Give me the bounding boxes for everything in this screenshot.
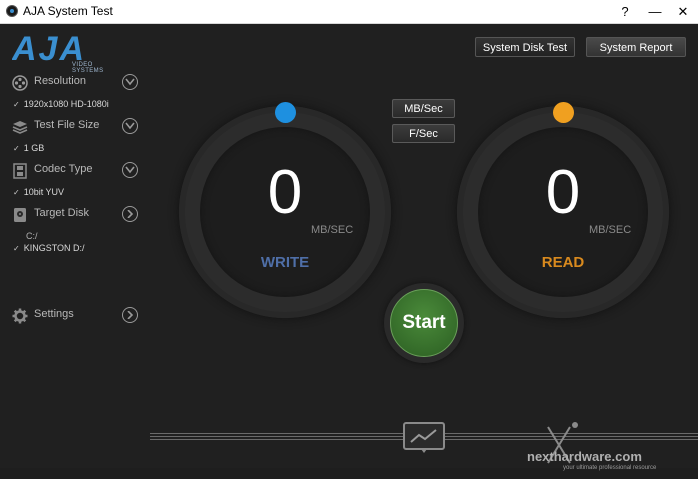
sidebar-item-resolution[interactable]: Resolution [12, 73, 142, 93]
write-knob[interactable] [275, 102, 296, 123]
watermark-tagline: your ultimate professional resource [563, 465, 657, 471]
film-reel-icon [12, 75, 28, 91]
write-speed-unit: MB/SEC [311, 224, 354, 236]
graph-icon[interactable] [403, 422, 445, 454]
gear-icon [12, 308, 28, 324]
read-label: READ [541, 254, 585, 271]
close-button[interactable]: ✕ [668, 0, 698, 23]
target-disk-path: C:/ [26, 231, 38, 241]
main-panel: AJA VIDEO SYSTEMS System Disk Test Syste… [0, 24, 698, 471]
read-speed-value: 0 [545, 158, 581, 227]
read-speed-unit: MB/SEC [589, 224, 632, 236]
sidebar-label-target-disk: Target Disk [34, 207, 90, 219]
title-bar: AJA System Test ? — ✕ [0, 0, 698, 24]
sidebar-label-test-file-size: Test File Size [34, 119, 100, 131]
sidebar-item-settings[interactable]: Settings [12, 306, 142, 326]
read-dial: 0 MB/SEC READ [457, 102, 669, 318]
frames-per-sec-button[interactable]: F/Sec [392, 124, 455, 143]
sidebar-label-settings: Settings [34, 308, 74, 320]
chevron-down-icon[interactable] [122, 118, 138, 134]
help-button[interactable]: ? [610, 0, 640, 23]
chevron-right-icon[interactable] [122, 307, 138, 323]
write-dial: 0 MB/SEC WRITE [179, 102, 391, 318]
chevron-right-icon[interactable] [122, 206, 138, 222]
check-icon: ✓ [13, 100, 20, 109]
aja-logo-mark: AJA [11, 30, 86, 68]
window-title: AJA System Test [23, 4, 113, 18]
codec-value: ✓ 10bit YUV [13, 187, 65, 197]
chevron-down-icon[interactable] [122, 162, 138, 178]
disk-icon [14, 208, 26, 222]
read-knob[interactable] [553, 102, 574, 123]
sidebar-label-codec-type: Codec Type [34, 163, 93, 175]
start-button-ring: Start [384, 283, 464, 363]
mb-per-sec-button[interactable]: MB/Sec [392, 99, 455, 118]
sidebar-item-target-disk[interactable]: Target Disk [12, 205, 142, 225]
chevron-down-icon[interactable] [122, 74, 138, 90]
check-icon: ✓ [13, 144, 20, 153]
start-button[interactable]: Start [390, 289, 458, 357]
sidebar-item-codec-type[interactable]: Codec Type [12, 161, 142, 181]
minimize-button[interactable]: — [640, 0, 670, 23]
check-icon: ✓ [13, 188, 20, 197]
write-label: WRITE [260, 254, 310, 271]
resolution-value: ✓ 1920x1080 HD-1080i [13, 99, 109, 109]
stack-icon [12, 121, 28, 134]
check-icon: ✓ [13, 244, 20, 253]
watermark-text: nexthardware.com [527, 449, 642, 464]
file-size-value: ✓ 1 GB [13, 143, 45, 153]
film-strip-icon [13, 163, 27, 179]
system-disk-test-button[interactable]: System Disk Test [475, 37, 575, 57]
sidebar-item-test-file-size[interactable]: Test File Size [12, 117, 142, 137]
write-speed-value: 0 [267, 158, 303, 227]
system-report-button[interactable]: System Report [586, 37, 686, 57]
svg-text:AJA: AJA [12, 32, 86, 64]
target-disk-value: ✓ KINGSTON D:/ [13, 243, 85, 253]
sidebar-label-resolution: Resolution [34, 75, 86, 87]
app-icon [6, 5, 18, 17]
